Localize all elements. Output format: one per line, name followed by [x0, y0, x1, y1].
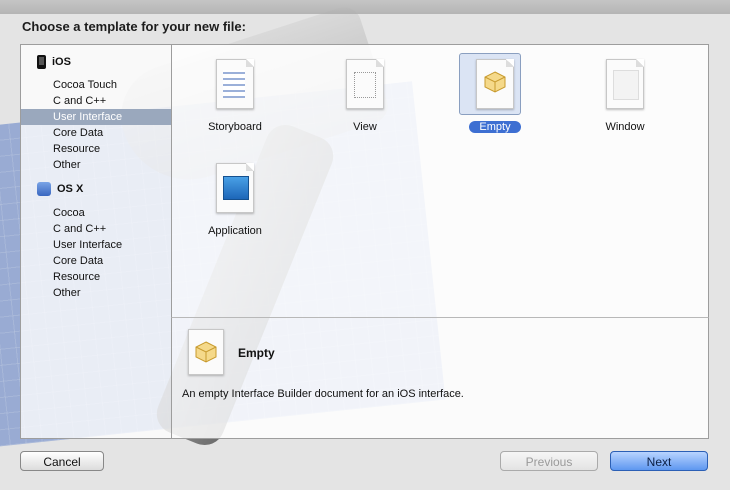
cube-icon	[195, 341, 217, 363]
template-detail-pane: Empty An empty Interface Builder documen…	[171, 317, 709, 439]
section-label-osx: OS X	[57, 183, 84, 195]
cancel-button[interactable]: Cancel	[20, 451, 104, 471]
section-header-osx: OS X	[37, 182, 83, 196]
section-header-ios: iOS	[37, 55, 71, 69]
template-empty[interactable]: Empty	[435, 53, 555, 133]
osx-icon	[37, 182, 51, 196]
sidebar-item-ios-core-data[interactable]: Core Data	[21, 125, 171, 141]
template-label: Storyboard	[208, 121, 262, 133]
previous-button[interactable]: Previous	[500, 451, 598, 471]
template-window[interactable]: Window	[565, 59, 685, 133]
template-label: Application	[208, 225, 262, 237]
view-icon	[346, 59, 384, 109]
template-label: View	[353, 121, 377, 133]
sidebar-item-osx-cocoa[interactable]: Cocoa	[21, 205, 171, 221]
cube-icon	[484, 71, 506, 93]
sidebar-item-osx-resource[interactable]: Resource	[21, 269, 171, 285]
sidebar-item-ios-c-and-cpp[interactable]: C and C++	[21, 93, 171, 109]
sidebar-item-ios-cocoa-touch[interactable]: Cocoa Touch	[21, 77, 171, 93]
empty-interface-icon	[476, 59, 514, 109]
application-icon	[216, 163, 254, 213]
sidebar-item-osx-c-and-cpp[interactable]: C and C++	[21, 221, 171, 237]
sidebar-item-ios-resource[interactable]: Resource	[21, 141, 171, 157]
template-application[interactable]: Application	[175, 163, 295, 237]
window-icon	[606, 59, 644, 109]
storyboard-icon	[216, 59, 254, 109]
sidebar-item-osx-user-interface[interactable]: User Interface	[21, 237, 171, 253]
template-storyboard[interactable]: Storyboard	[175, 59, 295, 133]
template-label: Window	[605, 121, 645, 133]
template-label: Empty	[469, 121, 521, 133]
template-category-sidebar[interactable]: iOS Cocoa Touch C and C++ User Interface…	[20, 44, 171, 439]
template-grid[interactable]: Storyboard View Empty Window Application	[171, 44, 709, 318]
next-button[interactable]: Next	[610, 451, 708, 471]
sidebar-item-osx-core-data[interactable]: Core Data	[21, 253, 171, 269]
sidebar-item-ios-user-interface[interactable]: User Interface	[21, 109, 171, 125]
sheet-title: Choose a template for your new file:	[22, 19, 246, 34]
sidebar-item-ios-other[interactable]: Other	[21, 157, 171, 173]
section-label-ios: iOS	[52, 56, 71, 68]
window-top-strip	[0, 0, 730, 14]
sidebar-item-osx-other[interactable]: Other	[21, 285, 171, 301]
iphone-icon	[37, 55, 46, 69]
empty-interface-icon	[188, 329, 224, 375]
detail-description: An empty Interface Builder document for …	[182, 388, 464, 400]
template-view[interactable]: View	[305, 59, 425, 133]
detail-title: Empty	[238, 346, 275, 360]
